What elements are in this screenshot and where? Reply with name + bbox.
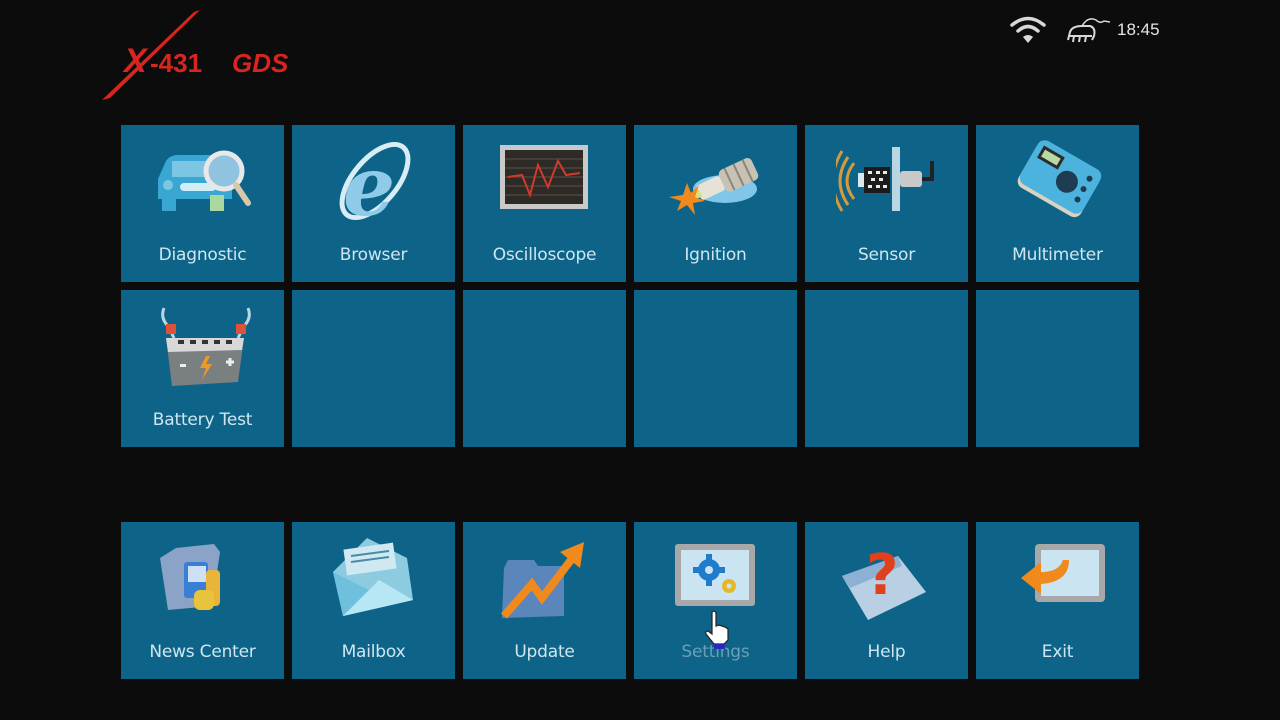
battery-icon (152, 304, 252, 390)
tile-label: Mailbox (341, 642, 406, 662)
tile-battery-test[interactable]: Battery Test (121, 290, 284, 447)
tile-settings[interactable]: Settings (634, 522, 797, 679)
mail-envelope-icon (323, 536, 423, 622)
tile-label: Sensor (857, 245, 916, 265)
tile-empty (634, 290, 797, 447)
tile-empty (976, 290, 1139, 447)
tile-multimeter[interactable]: Multimeter (976, 125, 1139, 282)
news-folder-icon (152, 536, 252, 622)
tile-label: Battery Test (152, 410, 253, 430)
update-arrow-folder-icon (494, 536, 594, 622)
tile-label: Oscilloscope (492, 245, 597, 265)
tile-help[interactable]: ? Help (805, 522, 968, 679)
tile-empty (805, 290, 968, 447)
exit-arrow-icon (1007, 536, 1107, 622)
spark-plug-icon (665, 139, 765, 225)
tile-browser[interactable]: e Browser (292, 125, 455, 282)
x431-gds-logo: X -431 GDS (96, 6, 356, 106)
status-bar: 18:45 (1000, 10, 1180, 50)
svg-text:-431: -431 (150, 48, 202, 78)
tile-label: Exit (1041, 642, 1074, 662)
help-question-icon: ? (836, 536, 936, 622)
tile-label: Multimeter (1012, 245, 1103, 265)
tile-label: Update (514, 642, 575, 662)
oscilloscope-icon (494, 139, 594, 225)
sensor-icon (831, 139, 936, 225)
tile-oscilloscope[interactable]: Oscilloscope (463, 125, 626, 282)
svg-text:e: e (343, 139, 395, 225)
tile-mailbox[interactable]: Mailbox (292, 522, 455, 679)
vci-connector-icon (1064, 14, 1114, 46)
wifi-icon (1008, 14, 1048, 46)
tile-update[interactable]: Update (463, 522, 626, 679)
browser-e-icon: e (323, 139, 423, 235)
hand-pointer-cursor-icon (702, 610, 734, 650)
tile-diagnostic[interactable]: Diagnostic (121, 125, 284, 282)
clock: 18:45 (1117, 20, 1160, 39)
tile-sensor[interactable]: Sensor (805, 125, 968, 282)
tile-empty (463, 290, 626, 447)
tile-ignition[interactable]: Ignition (634, 125, 797, 282)
tile-label: Browser (339, 245, 408, 265)
tile-empty (292, 290, 455, 447)
tile-label: Diagnostic (158, 245, 247, 265)
svg-text:?: ? (866, 543, 898, 608)
multimeter-icon (1007, 139, 1107, 225)
tile-exit[interactable]: Exit (976, 522, 1139, 679)
tile-label: News Center (149, 642, 256, 662)
tile-news-center[interactable]: News Center (121, 522, 284, 679)
car-magnifier-icon (152, 139, 252, 225)
logo-gds-text: GDS (232, 48, 289, 78)
svg-text:X: X (122, 42, 149, 80)
tile-label: Ignition (684, 245, 747, 265)
tile-label: Help (867, 642, 906, 662)
